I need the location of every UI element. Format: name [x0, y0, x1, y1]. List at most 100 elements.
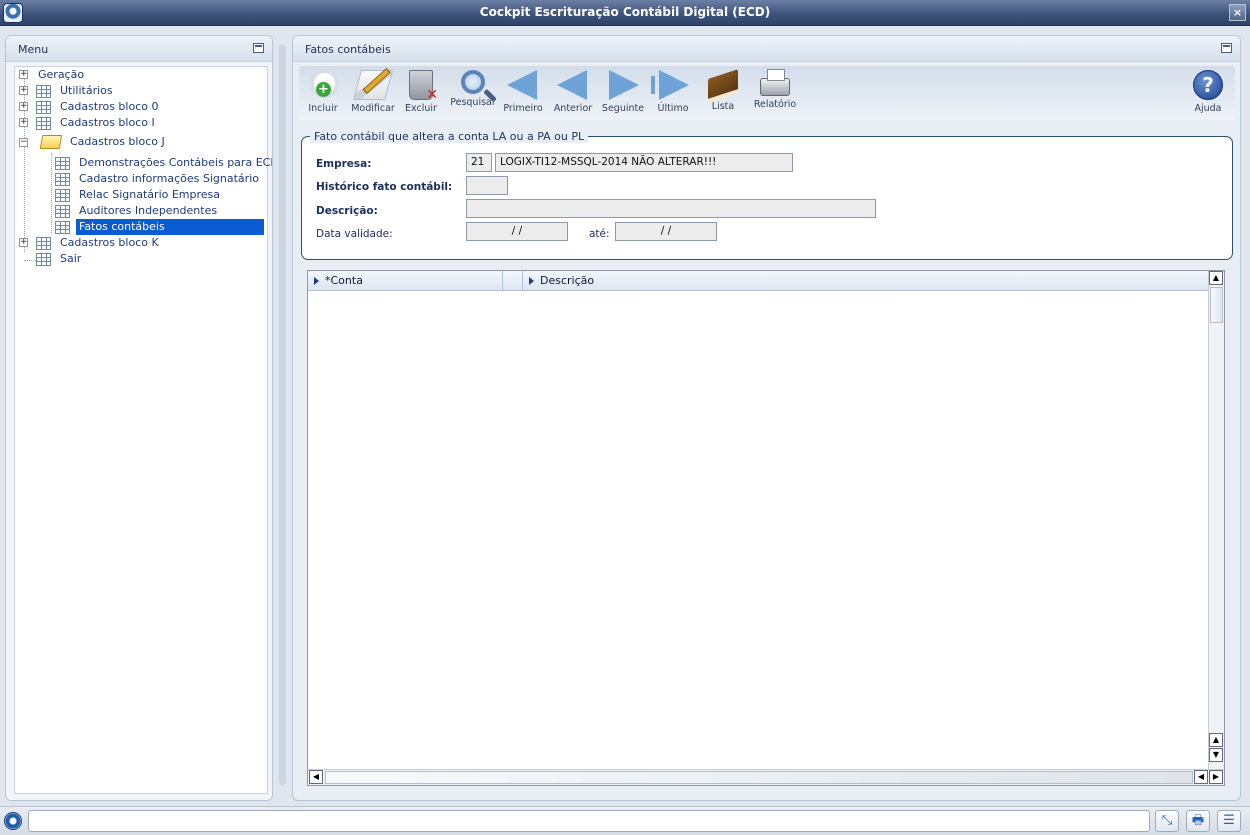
pesquisar-button[interactable]: Pesquisar — [449, 70, 497, 120]
messages-button[interactable]: ☰ — [1217, 810, 1241, 832]
menu-item-label: Utilitários — [60, 84, 113, 97]
menu-item-cadastro-signatario[interactable]: Cadastro informações Signatário — [55, 171, 262, 187]
left-arrow-icon — [557, 70, 587, 100]
column-header-conta[interactable]: *Conta — [308, 271, 503, 290]
modificar-button[interactable]: Modificar — [349, 70, 397, 120]
lista-button[interactable]: Lista — [699, 69, 747, 120]
excluir-button[interactable]: Excluir — [397, 70, 445, 120]
ajuda-button[interactable]: ? Ajuda — [1184, 70, 1232, 120]
scroll-left-button-right[interactable]: ◀ — [1194, 770, 1208, 784]
table-icon — [55, 220, 70, 234]
expand-icon[interactable]: + — [19, 86, 28, 95]
menu-title: Menu — [18, 43, 49, 56]
menu-item-geracao[interactable]: + Geração — [19, 67, 87, 83]
incluir-button[interactable]: Incluir — [299, 70, 347, 120]
page-title: Fatos contábeis — [305, 43, 391, 56]
ultimo-label: Último — [657, 103, 689, 114]
table-icon — [36, 116, 51, 130]
menu-item-relac-signatario[interactable]: Relac Signatário Empresa — [55, 187, 223, 203]
primeiro-button[interactable]: Primeiro — [499, 70, 547, 120]
right-arrow-icon — [609, 70, 639, 100]
scroll-right-button[interactable]: ▶ — [1209, 770, 1223, 784]
menu-item-label: Geração — [38, 68, 85, 81]
close-window-button[interactable]: × — [1229, 4, 1246, 21]
expand-icon[interactable]: + — [19, 102, 28, 111]
status-logo-icon — [4, 812, 22, 830]
menu-item-fatos-contabeis[interactable]: Fatos contábeis — [55, 219, 264, 235]
anterior-button[interactable]: Anterior — [549, 70, 597, 120]
menu-item-auditores[interactable]: Auditores Independentes — [55, 203, 220, 219]
resize-icon: ⤡ — [1161, 813, 1173, 828]
minimize-panel-icon[interactable] — [1221, 43, 1232, 53]
data-validade-label: Data validade: — [316, 228, 393, 240]
resize-button[interactable]: ⤡ — [1155, 810, 1179, 832]
group-legend: Fato contábil que altera a conta LA ou a… — [310, 130, 589, 143]
empresa-code-field[interactable]: 21 — [466, 153, 492, 172]
menu-item-cadastros-bloco-j[interactable]: − Cadastros bloco J — [19, 134, 168, 150]
add-document-icon — [307, 70, 339, 100]
vertical-scrollbar[interactable]: ▲ ▲ ▼ — [1208, 271, 1224, 769]
expand-icon[interactable]: + — [19, 70, 28, 79]
sort-arrow-icon — [529, 277, 534, 285]
menu-item-label: Auditores Independentes — [79, 204, 218, 217]
primeiro-label: Primeiro — [503, 103, 543, 114]
column-label: Descrição — [540, 274, 595, 287]
ate-field[interactable]: / / — [615, 222, 717, 241]
ultimo-button[interactable]: Último — [649, 70, 697, 120]
table-icon — [36, 100, 51, 114]
data-validade-field[interactable]: / / — [466, 222, 568, 241]
menu-item-cadastros-bloco-i[interactable]: + Cadastros bloco I — [19, 115, 158, 131]
column-spacer — [503, 271, 523, 290]
seguinte-button[interactable]: Seguinte — [599, 70, 647, 120]
menu-item-label: Cadastros bloco J — [70, 135, 165, 148]
empresa-name-field: LOGIX-TI12-MSSQL-2014 NÃO ALTERAR!!! — [495, 153, 793, 172]
magnifier-icon — [461, 70, 485, 94]
menu-item-demonstracoes[interactable]: Demonstrações Contábeis para ECD — [55, 155, 272, 171]
menu-item-sair[interactable]: Sair — [19, 251, 84, 267]
column-header-descricao[interactable]: Descrição — [523, 271, 1210, 290]
table-icon — [55, 156, 70, 170]
menu-panel: Menu + Geração + Utilitários + Cadastros… — [5, 35, 273, 801]
window-title: Cockpit Escrituração Contábil Digital (E… — [479, 5, 771, 19]
status-message-field — [28, 810, 1150, 832]
minimize-menu-icon[interactable] — [253, 43, 264, 53]
anterior-label: Anterior — [553, 103, 593, 114]
print-button[interactable]: 🖶 — [1186, 810, 1210, 832]
help-icon: ? — [1193, 70, 1223, 100]
main-panel-header: Fatos contábeis — [293, 36, 1240, 62]
menu-item-utilitarios[interactable]: + Utilitários — [19, 83, 116, 99]
scroll-down-button[interactable]: ▼ — [1209, 748, 1223, 762]
horizontal-scrollbar[interactable]: ◀ ◀ ▶ — [308, 769, 1224, 785]
table-icon — [36, 84, 51, 98]
printer-icon — [760, 69, 790, 96]
column-label: *Conta — [325, 274, 363, 287]
collapse-icon[interactable]: − — [19, 138, 28, 147]
menu-panel-header: Menu — [6, 36, 272, 62]
relatorio-button[interactable]: Relatório — [751, 69, 799, 120]
h-scroll-thumb[interactable] — [325, 771, 1193, 784]
menu-item-label: Cadastro informações Signatário — [79, 172, 259, 185]
menu-item-label: Cadastros bloco K — [60, 236, 159, 249]
table-icon — [55, 204, 70, 218]
panel-splitter[interactable] — [279, 45, 286, 785]
sort-arrow-icon — [314, 277, 319, 285]
scroll-thumb[interactable] — [1210, 287, 1223, 323]
menu-item-cadastros-bloco-0[interactable]: + Cadastros bloco 0 — [19, 99, 161, 115]
expand-icon[interactable]: + — [19, 238, 28, 247]
menu-item-cadastros-bloco-k[interactable]: + Cadastros bloco K — [19, 235, 162, 251]
tree-connector — [51, 153, 52, 233]
table-icon — [36, 252, 51, 266]
scroll-left-button[interactable]: ◀ — [309, 770, 323, 784]
main-panel: Fatos contábeis Incluir Modificar Exclui… — [292, 35, 1241, 801]
descricao-field[interactable] — [466, 199, 876, 218]
menu-item-label: Cadastros bloco I — [60, 116, 155, 129]
printer-status-icon: 🖶 — [1191, 813, 1205, 828]
menu-item-label: Sair — [60, 252, 82, 265]
grid-header: *Conta Descrição — [308, 271, 1210, 291]
scroll-up-button[interactable]: ▲ — [1209, 271, 1223, 285]
expand-icon[interactable]: + — [19, 118, 28, 127]
historico-field[interactable] — [466, 176, 508, 195]
open-folder-icon — [39, 135, 63, 149]
scroll-up-button-bottom[interactable]: ▲ — [1209, 733, 1223, 747]
first-arrow-icon — [507, 70, 537, 100]
